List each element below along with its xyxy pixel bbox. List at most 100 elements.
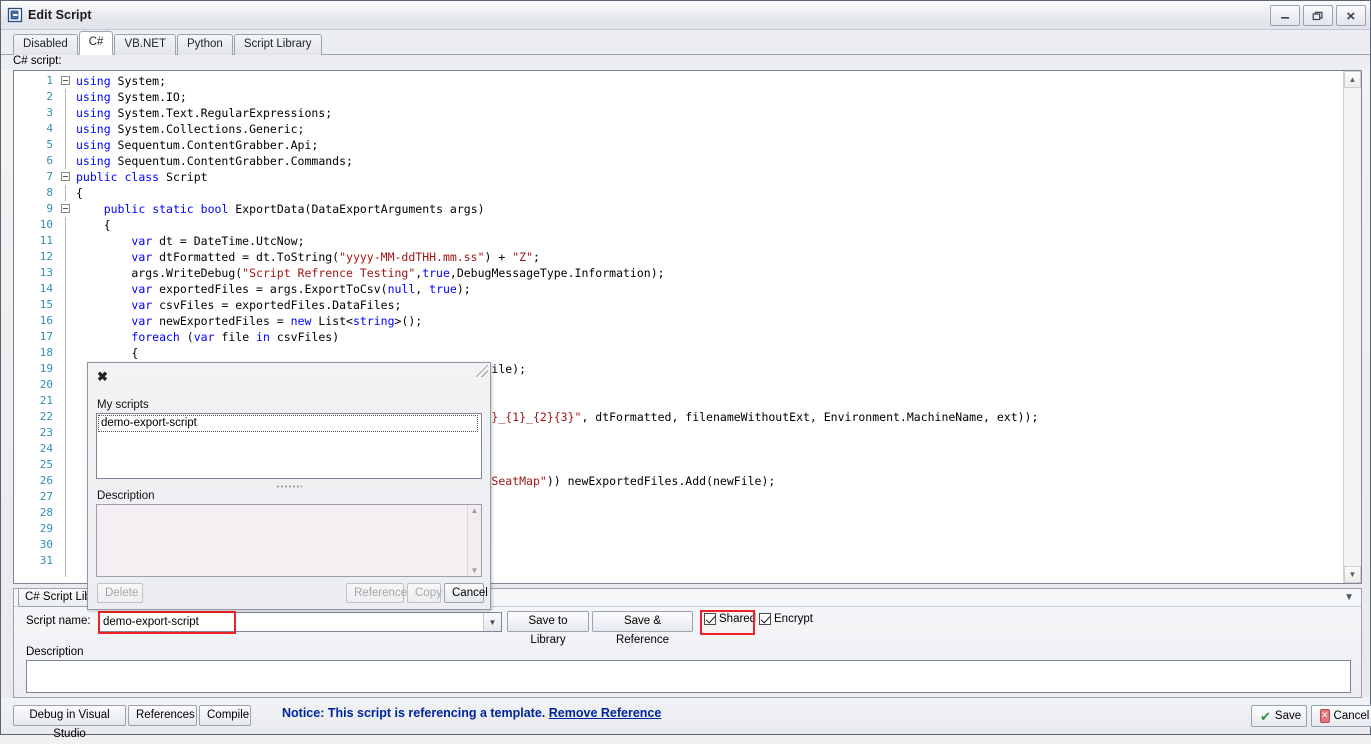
copy-button[interactable]: Copy: [407, 583, 441, 603]
scroll-up-icon[interactable]: ▲: [1344, 71, 1361, 88]
code-token: var: [131, 298, 152, 312]
description-scrollbar[interactable]: ▲▼: [467, 505, 481, 576]
script-name-combobox[interactable]: demo-export-script ▼: [98, 612, 502, 632]
fold-guide-line: [65, 105, 66, 121]
fold-guide-line: [65, 377, 66, 393]
tab-disabled[interactable]: Disabled: [13, 34, 78, 55]
script-window-icon: [7, 7, 23, 23]
reference-button[interactable]: Reference: [346, 583, 404, 603]
fold-marker[interactable]: [58, 265, 76, 281]
compile-button[interactable]: Compile: [199, 705, 251, 726]
fold-marker[interactable]: [58, 217, 76, 233]
fold-marker[interactable]: [58, 89, 76, 105]
scroll-down-icon[interactable]: ▼: [471, 566, 479, 575]
fold-marker[interactable]: [58, 505, 76, 521]
line-number: 29: [14, 521, 58, 537]
fold-marker[interactable]: [58, 345, 76, 361]
fold-guide-line: [65, 553, 66, 569]
line-number: 8: [14, 185, 58, 201]
code-token: using: [76, 90, 111, 104]
fold-marker[interactable]: [58, 73, 76, 89]
fold-marker[interactable]: [58, 313, 76, 329]
cancel-button[interactable]: ✕ Cancel: [1311, 705, 1371, 727]
tab-python[interactable]: Python: [177, 34, 233, 55]
popup-splitter[interactable]: [96, 482, 482, 490]
code-token: using: [76, 106, 111, 120]
fold-marker[interactable]: [58, 297, 76, 313]
fold-marker[interactable]: [58, 473, 76, 489]
code-token: exportedFiles = args.ExportToCsv(: [152, 282, 387, 296]
delete-button[interactable]: Delete: [97, 583, 143, 603]
editor-vertical-scrollbar[interactable]: ▲ ▼: [1343, 71, 1361, 583]
popup-description-field[interactable]: ▲▼: [96, 504, 482, 577]
script-name-row: Script name: demo-export-script ▼ Save t…: [14, 611, 1361, 633]
script-language-tabs: Disabled C# VB.NET Python Script Library: [1, 30, 1370, 55]
cancel-button[interactable]: Cancel: [444, 583, 484, 603]
code-token: System.IO;: [111, 90, 187, 104]
fold-marker[interactable]: [58, 409, 76, 425]
fold-marker[interactable]: [58, 361, 76, 377]
save-and-reference-button[interactable]: Save & Reference: [592, 611, 693, 632]
resize-grip-icon[interactable]: [476, 365, 488, 377]
minimize-button[interactable]: [1270, 5, 1300, 26]
code-token: null: [388, 282, 416, 296]
tab-csharp[interactable]: C#: [79, 31, 114, 55]
fold-marker[interactable]: [58, 137, 76, 153]
code-token: class: [124, 170, 159, 184]
fold-marker[interactable]: [58, 153, 76, 169]
fold-marker[interactable]: [58, 105, 76, 121]
my-scripts-listbox[interactable]: demo-export-script: [96, 413, 482, 479]
shared-checkbox[interactable]: Shared: [704, 613, 756, 625]
script-name-input[interactable]: demo-export-script: [99, 616, 483, 628]
scroll-down-icon[interactable]: ▼: [1344, 566, 1361, 583]
popup-close-icon[interactable]: ✖: [97, 370, 108, 383]
list-item[interactable]: demo-export-script: [98, 415, 478, 432]
fold-marker[interactable]: [58, 329, 76, 345]
debug-in-visual-studio-button[interactable]: Debug in Visual Studio: [13, 705, 126, 726]
fold-collapse-icon[interactable]: [61, 204, 70, 213]
fold-marker[interactable]: [58, 553, 76, 569]
code-token: public: [76, 170, 118, 184]
fold-marker[interactable]: [58, 457, 76, 473]
scroll-track[interactable]: [1344, 88, 1361, 566]
fold-marker[interactable]: [58, 393, 76, 409]
fold-marker[interactable]: [58, 425, 76, 441]
save-button[interactable]: ✔ Save: [1251, 705, 1307, 727]
library-description-field[interactable]: [26, 660, 1351, 693]
fold-marker[interactable]: [58, 489, 76, 505]
tab-vbnet[interactable]: VB.NET: [114, 34, 176, 55]
fold-marker[interactable]: [58, 441, 76, 457]
fold-marker[interactable]: [58, 201, 76, 217]
code-line: public class Script: [76, 169, 1361, 185]
chevron-down-icon[interactable]: ▼: [1344, 592, 1354, 603]
fold-marker[interactable]: [58, 169, 76, 185]
fold-marker[interactable]: [58, 281, 76, 297]
fold-guide-line: [65, 137, 66, 153]
fold-marker[interactable]: [58, 537, 76, 553]
fold-guide-line: [65, 313, 66, 329]
scroll-up-icon[interactable]: ▲: [471, 506, 479, 515]
fold-marker[interactable]: [58, 521, 76, 537]
line-number: 19: [14, 361, 58, 377]
restore-button[interactable]: [1303, 5, 1333, 26]
encrypt-checkbox[interactable]: Encrypt: [759, 613, 813, 625]
fold-guide-line: [65, 361, 66, 377]
code-token: dt = DateTime.UtcNow;: [152, 234, 304, 248]
fold-marker[interactable]: [58, 249, 76, 265]
fold-marker[interactable]: [58, 569, 76, 584]
fold-collapse-icon[interactable]: [61, 76, 70, 85]
fold-marker[interactable]: [58, 121, 76, 137]
fold-marker[interactable]: [58, 185, 76, 201]
remove-reference-link[interactable]: Remove Reference: [549, 706, 662, 720]
close-button[interactable]: [1336, 5, 1366, 26]
fold-collapse-icon[interactable]: [61, 172, 70, 181]
my-scripts-label: My scripts: [97, 399, 149, 411]
save-to-library-button[interactable]: Save to Library: [507, 611, 589, 632]
library-panel-tab[interactable]: C# Script Lib: [18, 589, 98, 607]
fold-marker[interactable]: [58, 233, 76, 249]
code-folding-column[interactable]: [58, 71, 76, 583]
fold-marker[interactable]: [58, 377, 76, 393]
references-button[interactable]: References: [128, 705, 197, 726]
tab-script-library[interactable]: Script Library: [234, 34, 322, 55]
chevron-down-icon[interactable]: ▼: [483, 613, 501, 631]
